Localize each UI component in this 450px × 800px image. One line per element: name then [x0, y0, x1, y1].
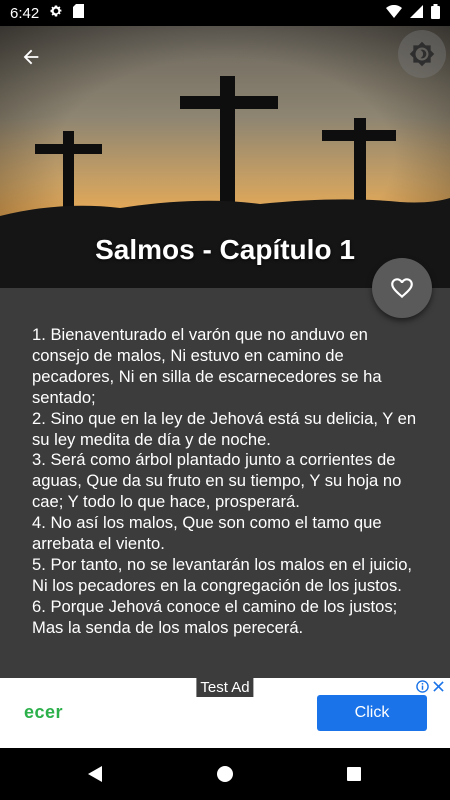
verse-item: 4. No así los malos, Que son como el tam… — [32, 513, 382, 554]
triangle-back-icon — [88, 766, 102, 782]
verse-item: 1. Bienaventurado el varón que no anduvo… — [32, 325, 382, 407]
heart-outline-icon — [391, 278, 413, 299]
chapter-content: 1. Bienaventurado el varón que no anduvo… — [0, 288, 450, 678]
ad-click-button[interactable]: Click — [317, 695, 427, 731]
verse-item: 2. Sino que en la ley de Jehová está su … — [32, 408, 417, 449]
status-time: 6:42 — [10, 4, 40, 22]
nav-back-button[interactable] — [85, 764, 105, 784]
status-bar: 6:42 — [0, 0, 450, 26]
signal-icon — [410, 4, 423, 22]
brightness-icon — [409, 41, 435, 67]
square-recents-icon — [347, 767, 361, 781]
verses-list: 1. Bienaventurado el varón que no anduvo… — [32, 325, 422, 639]
theme-toggle-button[interactable] — [398, 30, 446, 78]
battery-icon — [431, 3, 440, 23]
wifi-icon — [386, 4, 402, 22]
ad-choices[interactable] — [416, 680, 444, 693]
favorite-button[interactable] — [372, 258, 432, 318]
circle-home-icon — [217, 766, 233, 782]
ad-label: Test Ad — [196, 678, 254, 697]
nav-home-button[interactable] — [215, 764, 235, 784]
header-image: Salmos - Capítulo 1 — [0, 26, 450, 288]
arrow-back-icon — [23, 49, 39, 65]
verse-item: 6. Porque Jehová conoce el camino de los… — [32, 596, 398, 637]
settings-icon — [49, 4, 63, 22]
close-icon[interactable] — [433, 681, 444, 692]
verse-item: 5. Por tanto, no se levantarán los malos… — [32, 554, 413, 595]
back-button[interactable] — [6, 32, 56, 82]
sd-card-icon — [73, 4, 85, 22]
ad-brand-logo: ecer — [24, 702, 64, 722]
nav-recents-button[interactable] — [344, 764, 364, 784]
system-nav-bar — [0, 748, 450, 800]
info-icon[interactable] — [416, 680, 429, 693]
ad-banner[interactable]: Test Ad ecer Click — [0, 678, 450, 748]
verse-item: 3. Será como árbol plantado junto a corr… — [32, 450, 402, 512]
page-title: Salmos - Capítulo 1 — [95, 234, 355, 265]
